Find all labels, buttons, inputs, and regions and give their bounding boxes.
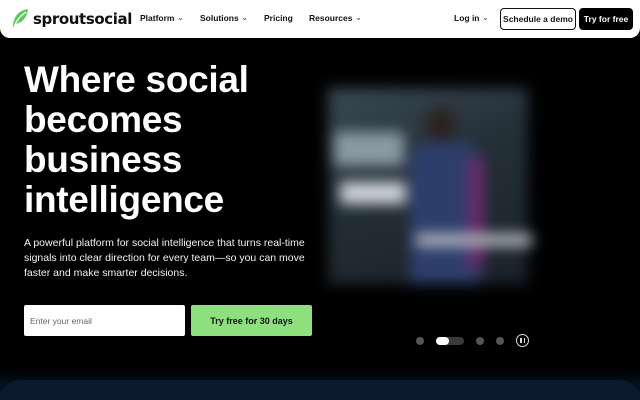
hero-headline: Where social becomes business intelligen…: [24, 59, 249, 220]
nav-pricing-label: Pricing: [264, 13, 293, 23]
nav-resources[interactable]: Resources ⌄: [309, 13, 361, 23]
try-for-free-button[interactable]: Try for free: [579, 8, 633, 30]
nav-solutions[interactable]: Solutions ⌄: [200, 13, 248, 23]
nav-login-label: Log in: [454, 13, 480, 23]
chevron-down-icon: ⌄: [355, 15, 362, 22]
chevron-down-icon: ⌄: [482, 15, 489, 22]
next-section-edge: [0, 380, 640, 400]
nav-platform[interactable]: Platform ⌄: [140, 13, 183, 23]
nav-login[interactable]: Log in ⌄: [454, 13, 488, 23]
nav-platform-label: Platform: [140, 13, 175, 23]
carousel-dot-active[interactable]: [436, 337, 449, 345]
chevron-down-icon: ⌄: [241, 15, 248, 22]
hero-media-image: [328, 88, 532, 284]
carousel-dot[interactable]: [416, 337, 424, 345]
nav-solutions-label: Solutions: [200, 13, 239, 23]
pause-icon[interactable]: [516, 334, 529, 347]
chevron-down-icon: ⌄: [177, 15, 184, 22]
try-free-30-days-button[interactable]: Try free for 30 days: [191, 305, 312, 336]
hero-subcopy: A powerful platform for social intellige…: [24, 237, 305, 279]
nav-resources-label: Resources: [309, 13, 353, 23]
nav-pricing[interactable]: Pricing: [264, 13, 293, 23]
sprout-leaf-icon: [13, 9, 28, 28]
email-input[interactable]: [24, 305, 185, 336]
site-header: sproutsocial Platform ⌄ Solutions ⌄ Pric…: [0, 0, 640, 38]
carousel-dot[interactable]: [496, 337, 504, 345]
sproutsocial-logo[interactable]: sproutsocial: [11, 8, 132, 29]
brand-name: sproutsocial: [33, 9, 132, 28]
schedule-demo-button[interactable]: Schedule a demo: [500, 8, 576, 30]
carousel-dot[interactable]: [476, 337, 484, 345]
